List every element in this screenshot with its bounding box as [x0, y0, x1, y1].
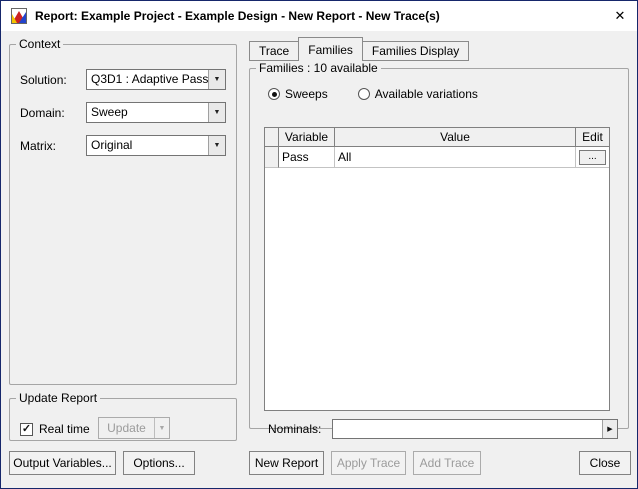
- report-app-icon: [11, 8, 27, 24]
- header-variable[interactable]: Variable: [279, 128, 335, 147]
- dropdown-arrow-icon[interactable]: ▼: [208, 70, 225, 89]
- output-variables-button[interactable]: Output Variables...: [9, 451, 116, 475]
- matrix-dropdown[interactable]: Original ▼: [86, 135, 226, 156]
- apply-trace-button[interactable]: Apply Trace: [331, 451, 406, 475]
- update-report-legend: Update Report: [19, 391, 98, 405]
- header-edit: Edit: [576, 128, 609, 147]
- table-header-row: Variable Value Edit: [265, 128, 609, 147]
- radio-sweeps-label: Sweeps: [285, 87, 328, 101]
- realtime-option[interactable]: ✓ Real time: [20, 422, 90, 436]
- context-legend: Context: [19, 37, 61, 51]
- nominals-label: Nominals:: [268, 422, 322, 436]
- solution-row: Solution: Q3D1 : Adaptive Pass ▼: [20, 69, 226, 90]
- matrix-value: Original: [91, 138, 133, 152]
- close-button[interactable]: Close: [579, 451, 631, 475]
- tab-trace[interactable]: Trace: [249, 41, 300, 61]
- radio-button-icon: [357, 88, 370, 100]
- nominals-dropdown[interactable]: ▶: [332, 419, 618, 439]
- matrix-label: Matrix:: [20, 138, 56, 153]
- radio-button-icon: [268, 88, 280, 100]
- add-trace-button[interactable]: Add Trace: [413, 451, 481, 475]
- update-report-group: Update Report ✓ Real time Update ▼: [9, 391, 237, 441]
- titlebar: Report: Example Project - Example Design…: [1, 1, 637, 31]
- families-legend: Families : 10 available: [259, 61, 378, 75]
- window-title: Report: Example Project - Example Design…: [35, 9, 440, 23]
- table-row[interactable]: Pass All ...: [265, 147, 609, 168]
- realtime-checkbox[interactable]: ✓: [20, 422, 33, 436]
- header-value[interactable]: Value: [335, 128, 576, 147]
- close-icon[interactable]: ✕: [603, 1, 637, 31]
- families-table: Variable Value Edit Pass All ...: [264, 127, 610, 411]
- domain-row: Domain: Sweep ▼: [20, 102, 226, 123]
- report-dialog: Report: Example Project - Example Design…: [0, 0, 638, 489]
- radio-available-variations-label: Available variations: [374, 87, 478, 101]
- edit-ellipsis-button[interactable]: ...: [579, 149, 606, 165]
- row-selector-cell[interactable]: [265, 147, 279, 168]
- radio-available-variations[interactable]: Available variations: [357, 87, 478, 101]
- new-report-button[interactable]: New Report: [249, 451, 324, 475]
- solution-value: Q3D1 : Adaptive Pass: [91, 72, 208, 86]
- context-group: Context Solution: Q3D1 : Adaptive Pass ▼…: [9, 37, 237, 385]
- realtime-label: Real time: [39, 422, 90, 436]
- row-variable-cell: Pass: [279, 147, 335, 168]
- solution-label: Solution:: [20, 72, 67, 87]
- dropdown-arrow-icon[interactable]: ▼: [208, 103, 225, 122]
- domain-dropdown[interactable]: Sweep ▼: [86, 102, 226, 123]
- table-empty-area: [265, 168, 609, 410]
- domain-value: Sweep: [91, 105, 128, 119]
- update-dropdown-arrow-icon[interactable]: ▼: [154, 418, 169, 438]
- nominals-value: [333, 420, 602, 438]
- check-icon: ✓: [21, 423, 32, 435]
- radio-sweeps[interactable]: Sweeps: [268, 87, 328, 101]
- update-button-label: Update: [107, 421, 146, 435]
- row-edit-cell: ...: [576, 147, 609, 168]
- tab-families-display[interactable]: Families Display: [361, 41, 470, 61]
- options-button[interactable]: Options...: [123, 451, 195, 475]
- matrix-row: Matrix: Original ▼: [20, 135, 226, 156]
- update-button[interactable]: Update ▼: [98, 417, 170, 439]
- row-value-cell[interactable]: All: [335, 147, 576, 168]
- tab-families[interactable]: Families: [298, 37, 363, 61]
- header-selector: [265, 128, 279, 147]
- families-group: Families : 10 available Sweeps Available…: [249, 61, 629, 439]
- solution-dropdown[interactable]: Q3D1 : Adaptive Pass ▼: [86, 69, 226, 90]
- dropdown-arrow-icon[interactable]: ▼: [208, 136, 225, 155]
- tabstrip: Trace Families Families Display: [249, 37, 470, 61]
- domain-label: Domain:: [20, 105, 65, 120]
- nominals-right-arrow-icon[interactable]: ▶: [602, 420, 617, 438]
- families-radio-row: Sweeps Available variations: [268, 87, 478, 101]
